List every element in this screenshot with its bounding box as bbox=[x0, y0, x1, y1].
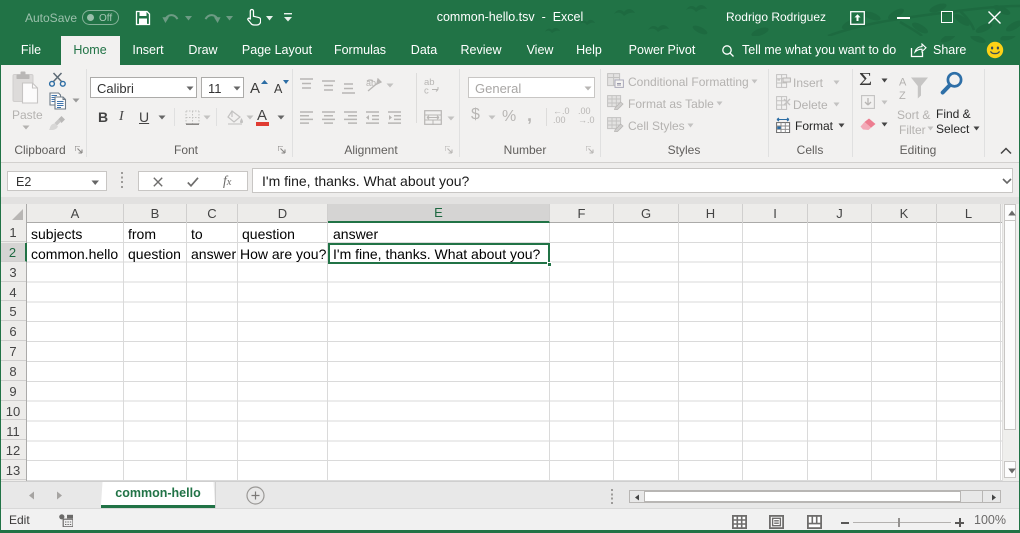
svg-text:Z: Z bbox=[899, 90, 906, 102]
svg-text:ab: ab bbox=[366, 78, 376, 88]
svg-text:c: c bbox=[424, 86, 429, 95]
svg-text:A: A bbox=[899, 77, 907, 89]
